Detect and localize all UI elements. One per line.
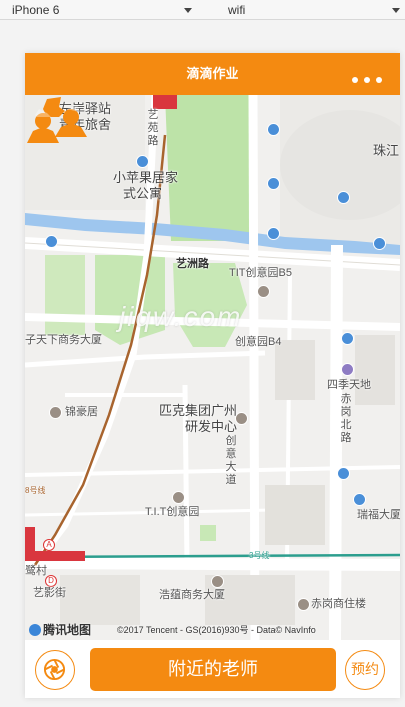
- map-pin-icon: [373, 237, 386, 250]
- road-label: 艺苑路: [147, 109, 159, 147]
- chevron-down-icon: [392, 8, 400, 13]
- map-pin-icon: [172, 491, 185, 504]
- tencent-map-logo: 腾讯地图: [29, 621, 91, 638]
- map-pin-icon: [257, 285, 270, 298]
- map-view[interactable]: 左岸驿站 青年旅舍 艺苑路 小苹果居家 式公寓 珠江 艺洲路 TIT创意园B5 …: [25, 95, 400, 640]
- more-menu-button[interactable]: [346, 70, 382, 83]
- teacher-marker-icon[interactable]: [25, 95, 87, 157]
- map-label: 子天下商务大厦: [25, 334, 102, 346]
- map-label: 匹克集团广州: [159, 403, 238, 418]
- metro-a-icon: A: [43, 539, 55, 551]
- map-pin-icon: [45, 235, 58, 248]
- map-pin-icon: [267, 227, 280, 240]
- chevron-down-icon: [184, 8, 192, 13]
- map-copyright: ©2017 Tencent - GS(2016)930号 - Data© Nav…: [117, 625, 316, 635]
- map-pin-icon: [297, 598, 310, 611]
- more-dot: [376, 77, 382, 83]
- nearby-teachers-button[interactable]: 附近的老师: [90, 648, 336, 691]
- map-label: TIT创意园B5: [229, 267, 292, 279]
- map-pin-icon: [337, 191, 350, 204]
- map-pin-icon: [235, 412, 248, 425]
- metro-line-label: 3号线: [249, 551, 270, 560]
- bottom-action-bar: 附近的老师 预约: [25, 640, 400, 698]
- map-label: 艺影街: [33, 587, 66, 599]
- map-logo-text: 腾讯地图: [43, 623, 92, 637]
- road-label: 赤岗北路: [340, 393, 352, 444]
- map-pin-icon: [341, 363, 354, 376]
- map-pin-icon: [49, 406, 62, 419]
- map-pin-icon: [211, 575, 224, 588]
- map-label: 研发中心: [185, 419, 238, 434]
- page-title: 滴滴作业: [186, 66, 239, 81]
- map-label: 小苹果居家: [113, 170, 179, 185]
- map-pin-icon: [341, 332, 354, 345]
- tencent-map-icon: [29, 624, 41, 636]
- map-label: 鹭村: [25, 565, 47, 577]
- map-pin-icon: [136, 155, 149, 168]
- map-label: 珠江: [373, 143, 400, 158]
- network-select[interactable]: wifi: [228, 0, 400, 20]
- map-label: 浩蕴商务大厦: [159, 589, 225, 601]
- map-label: 四季天地: [327, 379, 371, 391]
- map-label: 式公寓: [123, 186, 163, 201]
- more-dot: [364, 77, 370, 83]
- phone-screen: 滴滴作业 左岸驿站 青年旅舍 艺苑路 小苹果居家 式公寓 珠江 艺洲路 TIT创…: [25, 53, 400, 698]
- device-select[interactable]: iPhone 6: [12, 0, 192, 20]
- road-label: 艺洲路: [176, 258, 209, 270]
- map-pin-icon: [353, 493, 366, 506]
- map-label: 赤岗商住楼: [311, 598, 366, 610]
- locate-button[interactable]: [35, 650, 75, 690]
- map-label: 锦豪居: [65, 406, 98, 418]
- map-pin-icon: [267, 123, 280, 136]
- map-pin-icon: [267, 177, 280, 190]
- metro-line-label: 8号线: [25, 486, 46, 495]
- watermark: jiqw.com: [119, 301, 243, 332]
- more-dots-icon: [352, 77, 358, 83]
- network-select-value: wifi: [228, 3, 246, 17]
- road-label: 创意大道: [225, 435, 237, 486]
- reserve-button[interactable]: 预约: [345, 650, 385, 690]
- map-label: T.I.T创意园: [145, 506, 200, 518]
- map-pin-icon: [337, 467, 350, 480]
- navigation-bar: 滴滴作业: [25, 53, 400, 95]
- map-label: 瑞福大厦: [357, 509, 400, 521]
- locate-aperture-icon: [43, 658, 66, 681]
- simulator-toolbar: iPhone 6 wifi: [0, 0, 405, 20]
- device-select-value: iPhone 6: [12, 3, 60, 17]
- map-label: 创意园B4: [235, 336, 282, 348]
